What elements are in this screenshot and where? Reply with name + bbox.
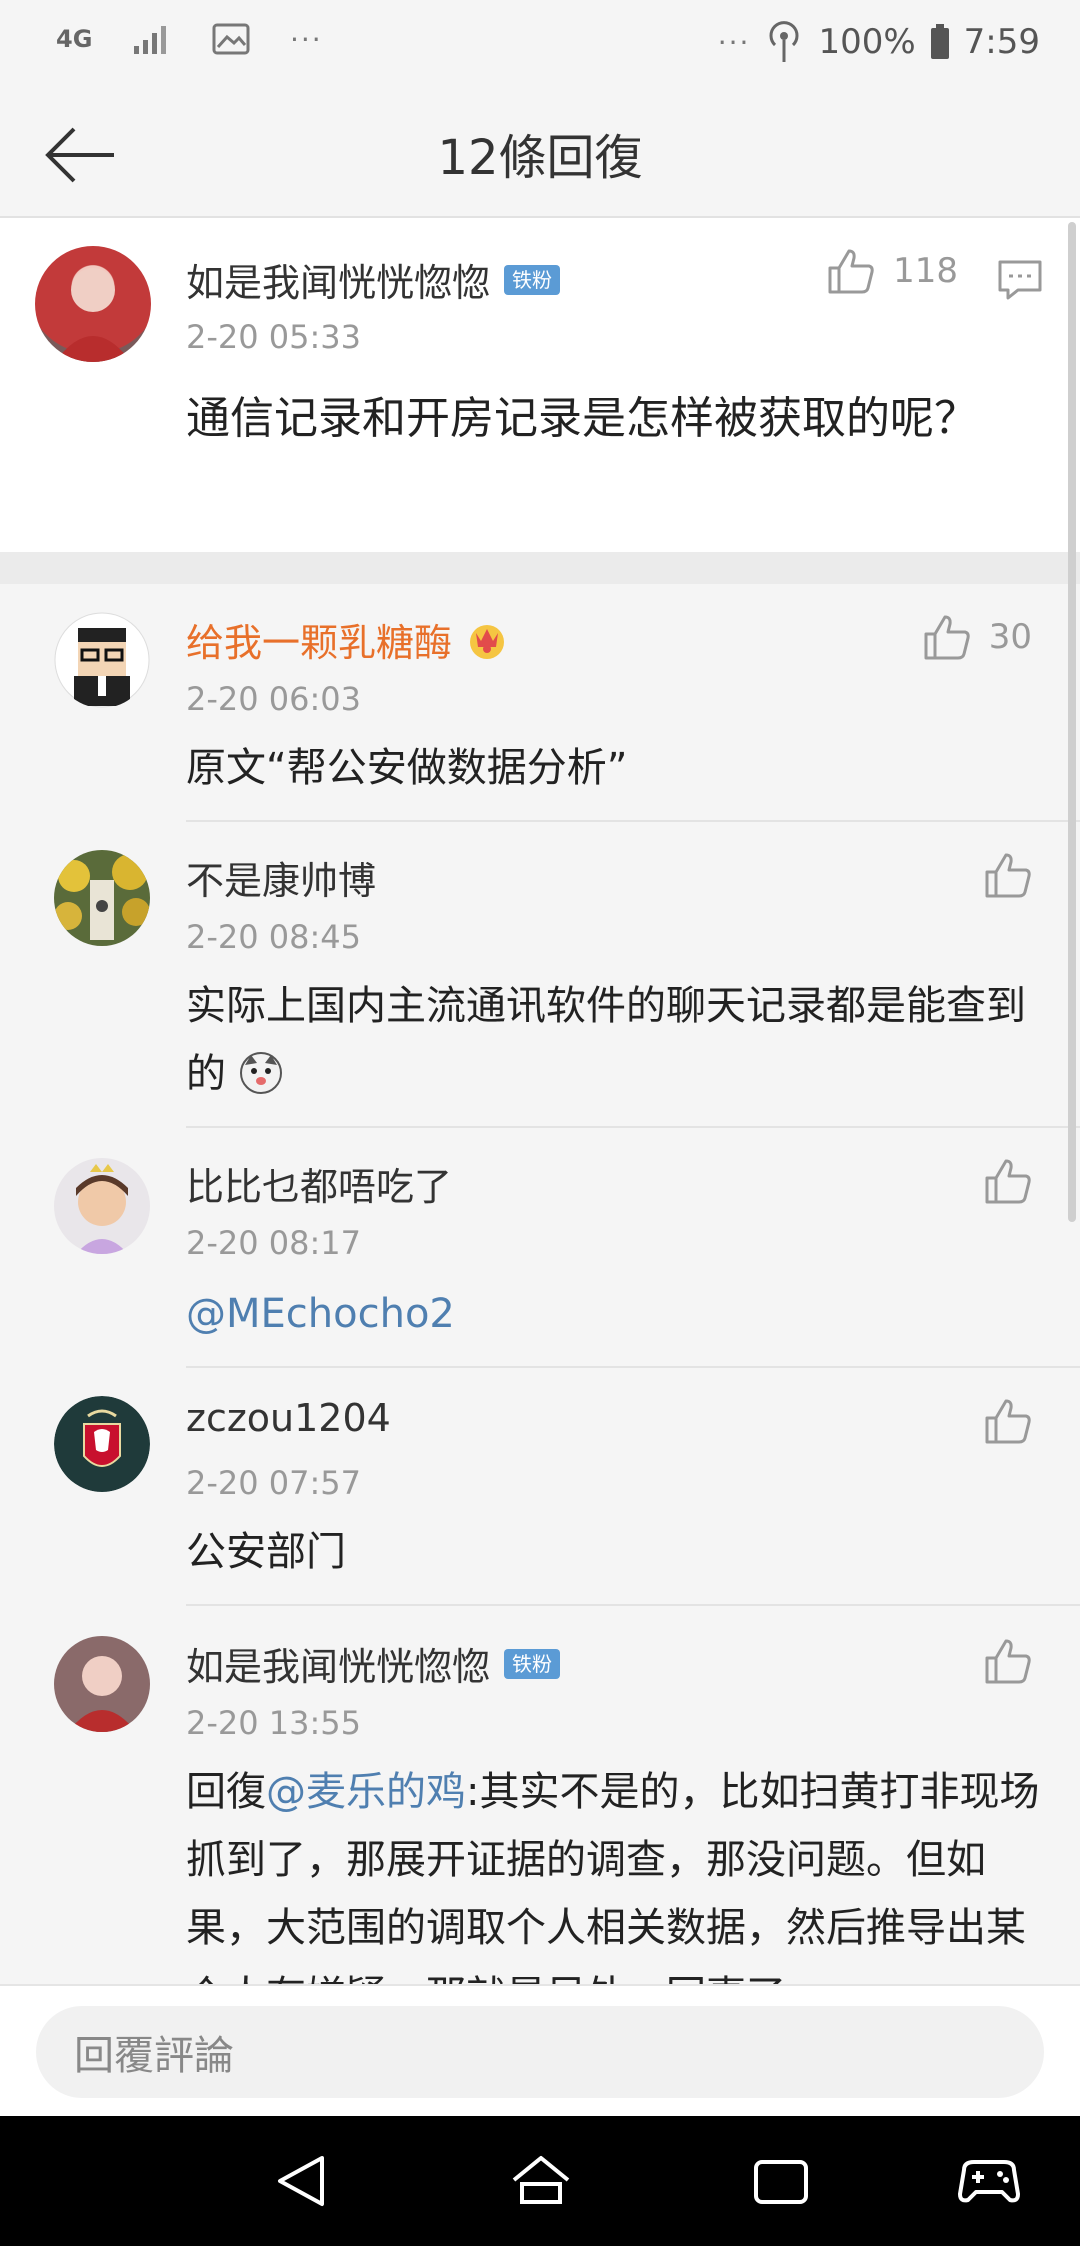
clock: 7:59 (963, 22, 1040, 62)
nav-home-button[interactable] (508, 2148, 574, 2214)
avatar[interactable] (54, 612, 150, 708)
reply-bar: 回覆評論 (0, 1984, 1080, 2116)
username[interactable]: zczou1204 (186, 1396, 391, 1440)
avatar-image (54, 1636, 150, 1732)
thumbs-up-icon (985, 1159, 1031, 1204)
reply-prefix: 回復 (186, 1769, 266, 1815)
timestamp: 2-20 13:55 (186, 1704, 362, 1742)
page-title: 12條回復 (437, 130, 643, 186)
username[interactable]: 给我一颗乳糖酶 (186, 612, 452, 667)
timestamp: 2-20 08:17 (186, 1224, 362, 1262)
username[interactable]: 比比乜都唔吃了 (186, 1156, 452, 1211)
reply-item: 给我一颗乳糖酶 2-20 06:03 原文“帮公安做数据分析” 30 (0, 584, 1080, 822)
image-icon (212, 23, 250, 55)
reply-text: 公安部门 (186, 1529, 346, 1575)
home-icon (512, 2156, 570, 2204)
avatar[interactable] (35, 246, 151, 362)
username[interactable]: 如是我闻恍恍惚惚 (186, 1636, 490, 1691)
reply-text: 原文“帮公安做数据分析” (186, 745, 628, 791)
like-button[interactable]: 30 (923, 614, 1032, 660)
comment-button[interactable] (996, 256, 1044, 304)
signal-icon (134, 26, 166, 54)
like-count: 118 (893, 251, 958, 291)
thumbs-up-icon (924, 615, 970, 660)
avatar[interactable] (54, 1158, 150, 1254)
timestamp: 2-20 05:33 (186, 318, 362, 356)
scrollbar[interactable] (1068, 222, 1076, 1222)
timestamp: 2-20 08:45 (186, 918, 362, 956)
like-count: 30 (988, 617, 1032, 657)
thumbs-up-icon (985, 1399, 1031, 1444)
reply-item: 不是康帅博 2-20 08:45 实际上国内主流通讯软件的聊天记录都是能查到的 (0, 822, 1080, 1128)
reply-text-mention[interactable]: @MEchocho2 (186, 1280, 1046, 1348)
avatar-image (54, 1396, 150, 1492)
triangle-back-icon (278, 2156, 324, 2206)
avatar[interactable] (54, 1396, 150, 1492)
like-button[interactable] (984, 1398, 1032, 1444)
like-button[interactable] (984, 852, 1032, 898)
avatar-image (54, 1158, 150, 1254)
thumbs-up-icon (828, 249, 874, 294)
recents-icon (754, 2160, 808, 2204)
more-notifications: ··· (290, 22, 323, 56)
mention-link[interactable]: @麦乐的鸡 (266, 1769, 466, 1815)
battery-percent: 100% (818, 22, 916, 62)
nav-recents-button[interactable] (748, 2148, 814, 2214)
gamepad-icon (958, 2160, 1020, 2203)
like-button[interactable] (984, 1638, 1032, 1684)
avatar-image (55, 268, 131, 362)
reply-item: zczou1204 2-20 07:57 公安部门 (0, 1368, 1080, 1606)
nav-back-button[interactable] (268, 2148, 334, 2214)
network-indicator: 4G (56, 25, 93, 53)
comment-icon (998, 260, 1042, 300)
nav-game-button[interactable] (956, 2148, 1022, 2214)
fan-badge: 铁粉 (504, 264, 561, 295)
husky-emoji-icon (239, 1052, 282, 1094)
like-button[interactable]: 118 (827, 248, 958, 294)
reply-text: 回復@麦乐的鸡:其实不是的，比如扫黄打非现场抓到了，那展开证据的调查，那没问题。… (186, 1758, 1046, 1984)
thumbs-up-icon (985, 1639, 1031, 1684)
reply-input[interactable]: 回覆評論 (36, 2006, 1044, 2098)
status-bar: 4G ··· ··· 100% 7:59 (0, 0, 1080, 90)
avatar-image (54, 612, 150, 708)
app-header: 12條回復 (0, 90, 1080, 218)
username[interactable]: 如是我闻恍恍惚惚 (186, 252, 490, 307)
like-button[interactable] (984, 1158, 1032, 1204)
avatar[interactable] (54, 1636, 150, 1732)
fan-badge: 铁粉 (504, 1648, 561, 1679)
avatar[interactable] (54, 850, 150, 946)
reply-text-content: 实际上国内主流通讯软件的聊天记录都是能查到的 (186, 983, 1026, 1097)
battery-icon (930, 24, 949, 59)
avatar-image (54, 850, 150, 946)
main-comment: 如是我闻恍恍惚惚 铁粉 2-20 05:33 通信记录和开房记录是怎样被获取的呢… (0, 218, 1080, 552)
timestamp: 2-20 07:57 (186, 1464, 362, 1502)
reply-text: 实际上国内主流通讯软件的聊天记录都是能查到的 (186, 972, 1046, 1108)
timestamp: 2-20 06:03 (186, 680, 362, 718)
hotspot-icon (770, 21, 799, 62)
reply-item: 如是我闻恍恍惚惚 铁粉 2-20 13:55 回復@麦乐的鸡:其实不是的，比如扫… (0, 1606, 1080, 1984)
more-status: ··· (717, 25, 751, 59)
thumbs-up-icon (985, 853, 1031, 898)
comment-text: 通信记录和开房记录是怎样被获取的呢？ (186, 393, 978, 444)
crown-badge-icon (470, 624, 505, 659)
section-separator (0, 552, 1080, 584)
username[interactable]: 不是康帅博 (186, 850, 376, 905)
reply-item: 比比乜都唔吃了 2-20 08:17 @MEchocho2 (0, 1128, 1080, 1368)
system-nav-bar (0, 2116, 1080, 2246)
